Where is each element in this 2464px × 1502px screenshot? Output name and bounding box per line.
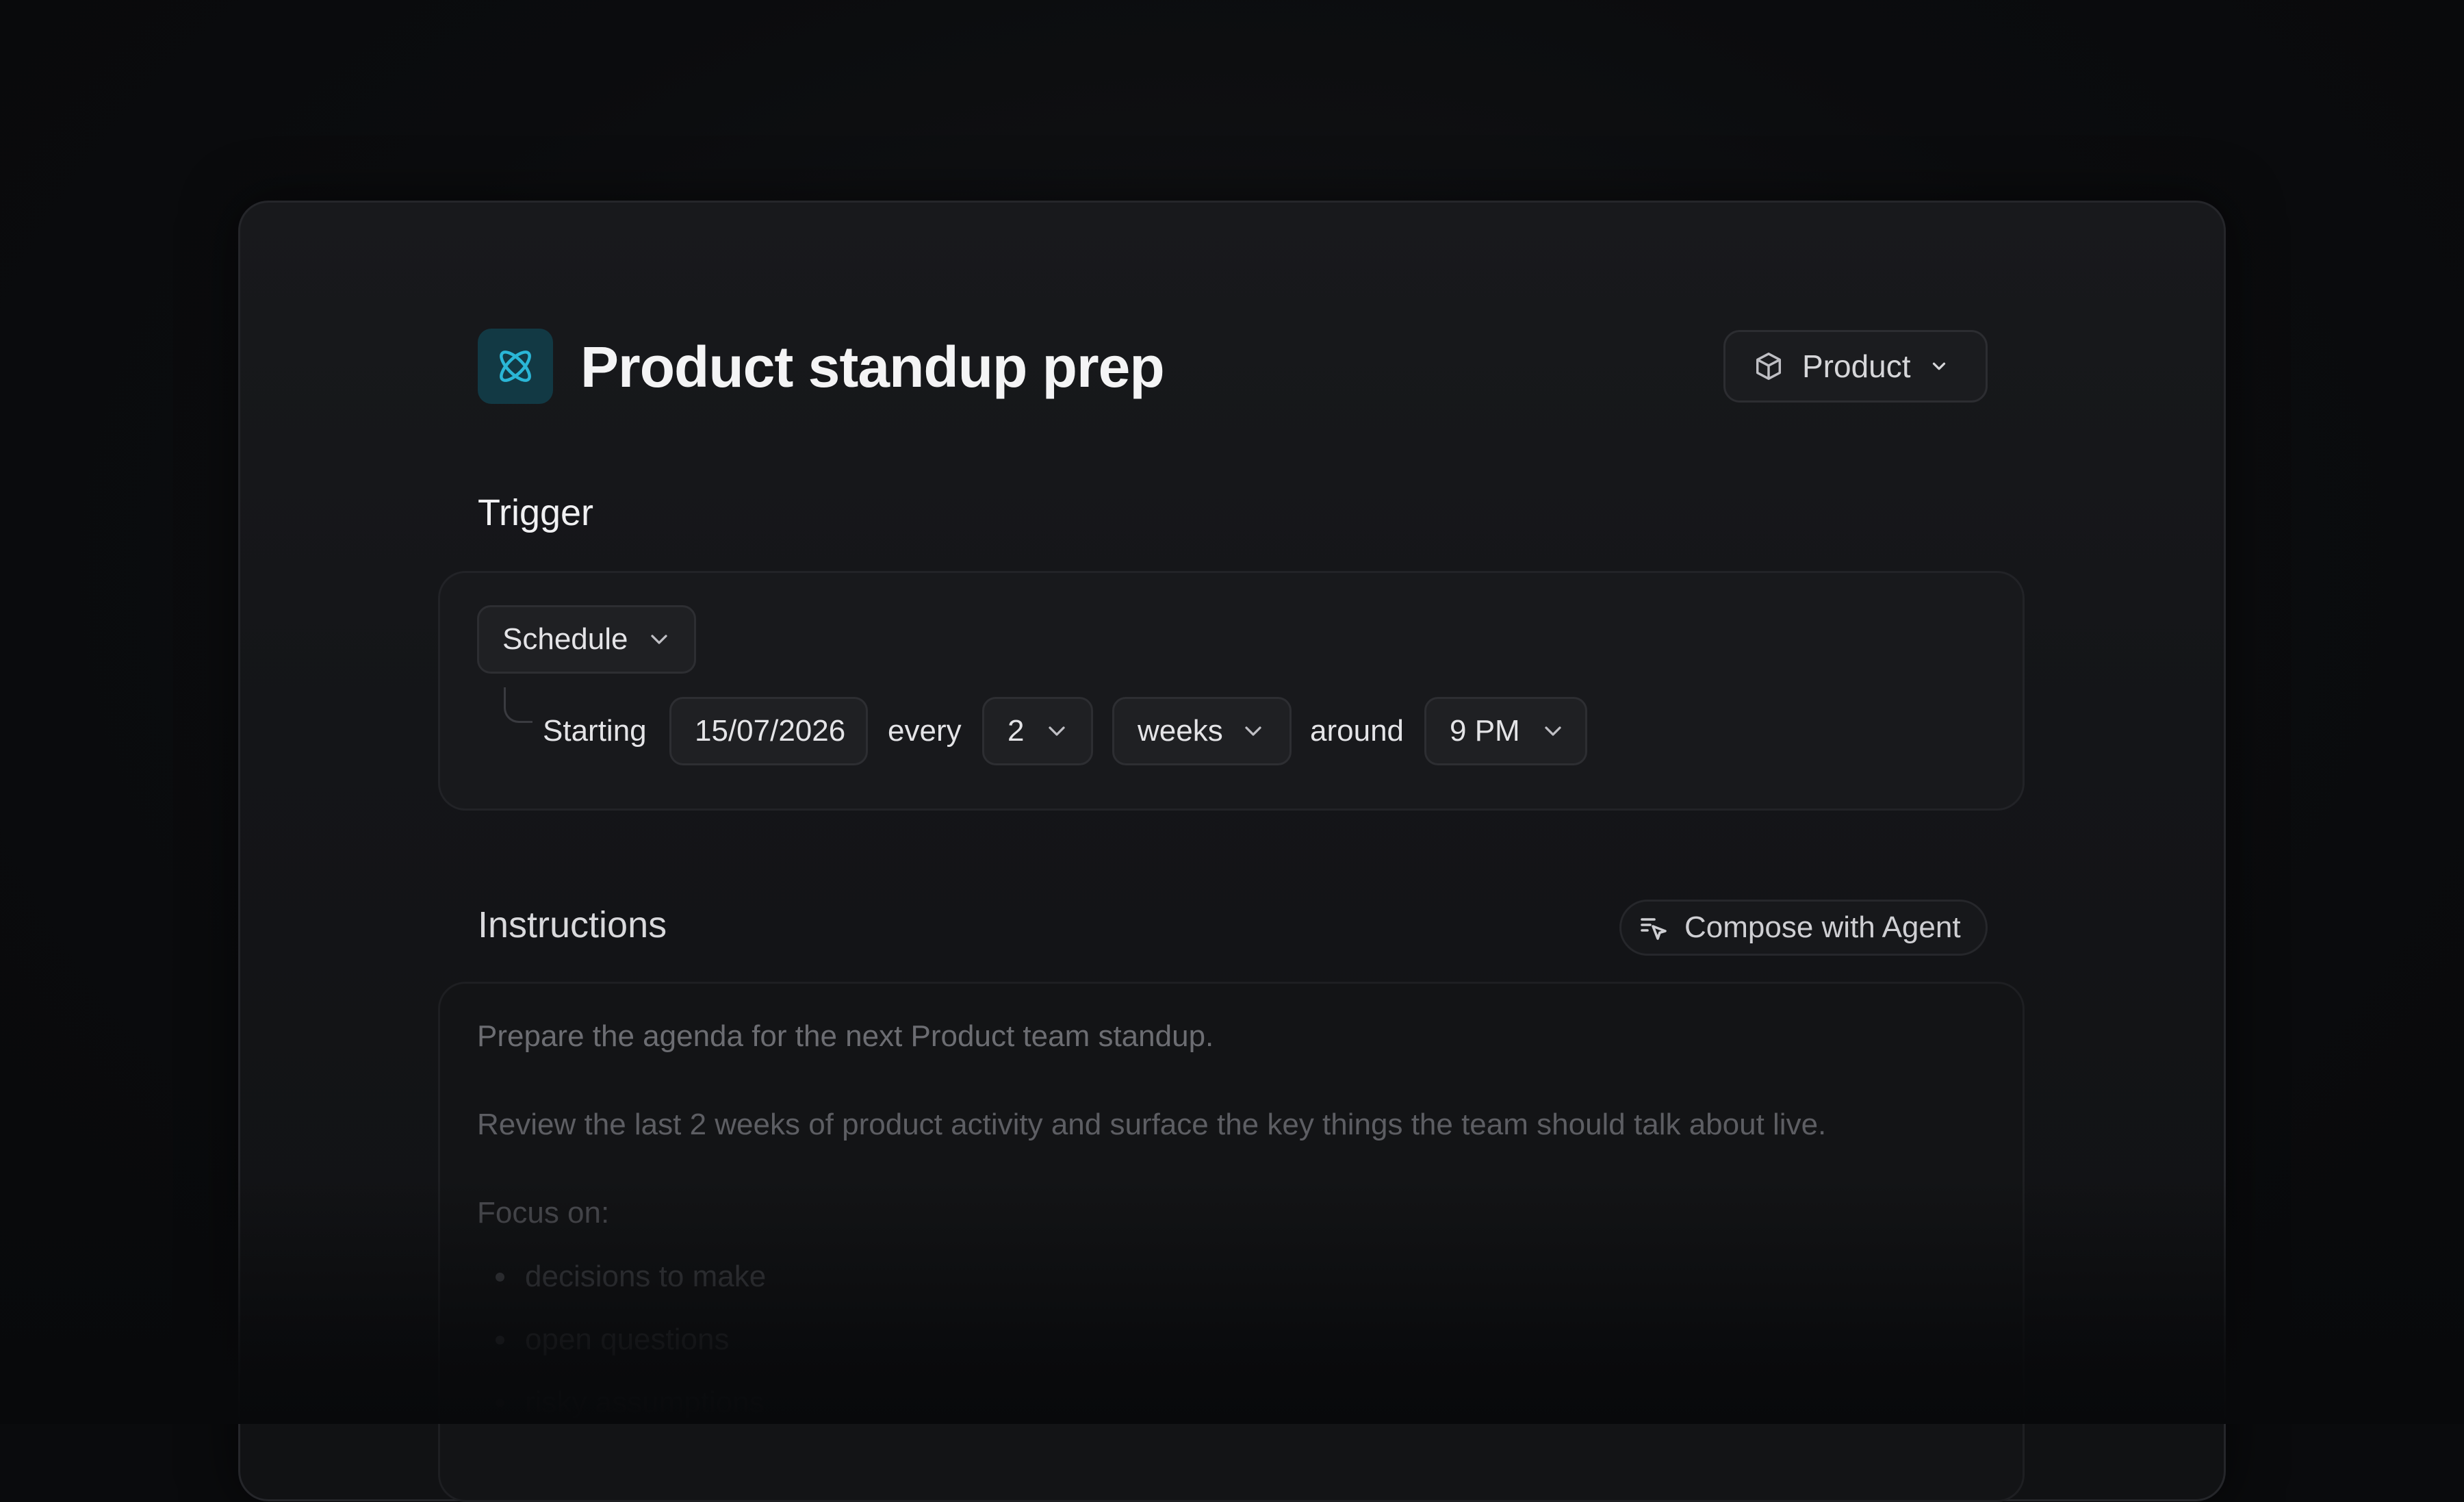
team-selector-button[interactable]: Product bbox=[1723, 330, 1988, 403]
chevron-down-icon bbox=[1043, 717, 1070, 745]
instructions-section-title: Instructions bbox=[478, 904, 667, 945]
list-item: decisions to make bbox=[525, 1260, 767, 1293]
compose-with-agent-label: Compose with Agent bbox=[1684, 911, 1961, 944]
instruction-paragraph: Review the last 2 weeks of product activ… bbox=[477, 1108, 1827, 1141]
schedule-connector-line bbox=[504, 687, 532, 723]
interval-value: 2 bbox=[1008, 714, 1025, 748]
around-label: around bbox=[1310, 714, 1404, 748]
interval-value-select[interactable]: 2 bbox=[982, 697, 1093, 765]
interval-unit-select[interactable]: weeks bbox=[1112, 697, 1292, 765]
compose-agent-icon bbox=[1638, 911, 1671, 944]
chevron-down-icon bbox=[1539, 717, 1567, 745]
trigger-type-label: Schedule bbox=[502, 622, 628, 656]
start-date-value: 15/07/2026 bbox=[695, 714, 846, 748]
list-item: open questions bbox=[525, 1323, 730, 1356]
team-selector-label: Product bbox=[1802, 348, 1911, 384]
instructions-editor[interactable] bbox=[438, 982, 2025, 1502]
atom-icon bbox=[478, 329, 553, 404]
bullet-dot bbox=[496, 1273, 504, 1282]
time-select[interactable]: 9 PM bbox=[1424, 697, 1587, 765]
bullet-dot bbox=[496, 1336, 504, 1345]
time-value: 9 PM bbox=[1450, 714, 1520, 748]
start-date-input[interactable]: 15/07/2026 bbox=[669, 697, 868, 765]
trigger-type-select[interactable]: Schedule bbox=[477, 605, 696, 674]
interval-unit: weeks bbox=[1138, 714, 1223, 748]
bullet-dot bbox=[496, 1399, 504, 1408]
chevron-down-icon bbox=[645, 626, 673, 653]
every-label: every bbox=[888, 714, 962, 748]
list-item: risky assumptions bbox=[525, 1386, 765, 1419]
compose-with-agent-button[interactable]: Compose with Agent bbox=[1619, 900, 1988, 956]
chevron-down-icon bbox=[1240, 717, 1267, 745]
focus-label: Focus on: bbox=[477, 1196, 610, 1230]
instruction-paragraph: Prepare the agenda for the next Product … bbox=[477, 1019, 1214, 1053]
chevron-down-icon bbox=[1929, 356, 1949, 377]
page-title: Product standup prep bbox=[580, 335, 1165, 399]
starting-label: Starting bbox=[543, 714, 647, 748]
cube-icon bbox=[1753, 351, 1784, 382]
trigger-section-title: Trigger bbox=[478, 492, 594, 533]
